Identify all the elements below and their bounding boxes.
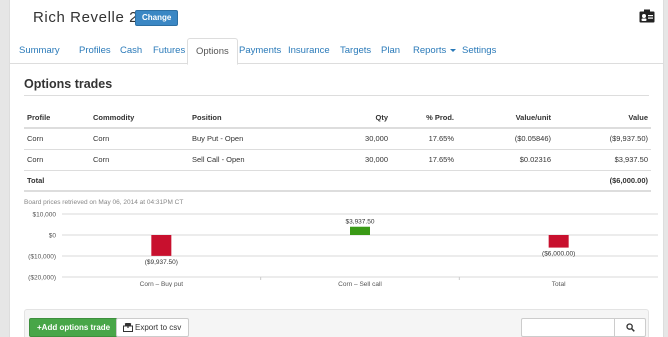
cell-value: ($9,937.50) xyxy=(554,128,651,150)
cell-profile: Corn xyxy=(24,128,90,150)
tab-summary[interactable]: Summary xyxy=(19,38,60,64)
data-label: ($6,000.00) xyxy=(542,251,575,258)
table-total-row: Total ($6,000.00) xyxy=(24,170,651,192)
footer-toolbar: +Add options trade Export to csv xyxy=(24,309,649,337)
bar xyxy=(548,235,569,248)
data-label: ($9,937.50) xyxy=(145,259,178,266)
search-icon xyxy=(625,323,635,332)
cell-pct-prod: 17.65% xyxy=(391,149,457,171)
search-input[interactable] xyxy=(521,318,615,337)
tab-options[interactable]: Options xyxy=(187,38,238,65)
cell-position: Sell Call - Open xyxy=(189,149,296,171)
export-icon xyxy=(123,322,133,332)
options-value-chart: $10,000 $0 ($10,000) ($20,000) ($9,937.50) Co… xyxy=(28,212,658,287)
tab-reports[interactable]: Reports xyxy=(413,38,457,64)
cell-value-unit: $0.02316 xyxy=(457,149,554,171)
cell-qty: 30,000 xyxy=(296,128,391,150)
x-tick-label: Corn – Sell call xyxy=(338,281,382,287)
col-header-pct-prod[interactable]: % Prod. xyxy=(391,107,457,129)
col-header-position[interactable]: Position xyxy=(189,107,296,129)
tab-plan[interactable]: Plan xyxy=(381,38,400,64)
col-header-value[interactable]: Value xyxy=(554,107,651,129)
tab-payments[interactable]: Payments xyxy=(239,38,281,64)
y-tick-label: $0 xyxy=(49,233,57,240)
nav-tabs: Summary Profiles Cash Futures Options Pa… xyxy=(10,38,663,65)
total-label: Total xyxy=(24,170,90,192)
bar xyxy=(151,235,172,256)
tab-targets[interactable]: Targets xyxy=(340,38,371,64)
change-button[interactable]: Change xyxy=(135,10,179,26)
top-bar: Rich Revelle 2016 Change xyxy=(10,0,663,33)
cell-qty: 30,000 xyxy=(296,149,391,171)
col-header-value-unit[interactable]: Value/unit xyxy=(457,107,554,129)
cell-commodity: Corn xyxy=(90,149,189,171)
x-tick-label: Total xyxy=(552,281,566,287)
cell-value-unit: ($0.05846) xyxy=(457,128,554,150)
contact-card-icon[interactable] xyxy=(639,9,655,23)
add-options-trade-button[interactable]: +Add options trade xyxy=(29,318,119,337)
col-header-profile[interactable]: Profile xyxy=(24,107,90,129)
cell-value: $3,937.50 xyxy=(554,149,651,171)
tab-profiles[interactable]: Profiles xyxy=(79,38,111,64)
bar xyxy=(350,226,370,235)
caret-down-icon xyxy=(450,48,457,52)
export-label: Export to csv xyxy=(135,323,182,332)
cell-profile: Corn xyxy=(24,149,90,171)
table-row[interactable]: Corn Corn Buy Put - Open 30,000 17.65% (… xyxy=(24,128,651,150)
col-header-qty[interactable]: Qty xyxy=(296,107,391,129)
tab-cash[interactable]: Cash xyxy=(120,38,142,64)
export-csv-button[interactable]: Export to csv xyxy=(116,318,190,337)
page-title: Options trades xyxy=(24,77,113,91)
x-tick-label: Corn – Buy put xyxy=(140,281,184,287)
table-row[interactable]: Corn Corn Sell Call - Open 30,000 17.65%… xyxy=(24,149,651,171)
table-header-row: Profile Commodity Position Qty % Prod. V… xyxy=(24,107,651,129)
total-value: ($6,000.00) xyxy=(554,170,651,192)
app-window: Rich Revelle 2016 Change Summary Profile… xyxy=(9,0,664,337)
cell-pct-prod: 17.65% xyxy=(391,128,457,150)
tab-settings[interactable]: Settings xyxy=(462,38,496,64)
y-tick-label: ($10,000) xyxy=(28,254,56,261)
data-label: $3,937.50 xyxy=(346,219,375,226)
title-divider xyxy=(24,95,649,96)
y-tick-label: $10,000 xyxy=(33,212,57,219)
col-header-commodity[interactable]: Commodity xyxy=(90,107,189,129)
tab-futures[interactable]: Futures xyxy=(153,38,185,64)
tab-reports-label: Reports xyxy=(413,45,447,56)
options-trades-table: Profile Commodity Position Qty % Prod. V… xyxy=(24,107,651,192)
cell-commodity: Corn xyxy=(90,128,189,150)
tab-insurance[interactable]: Insurance xyxy=(288,38,330,64)
y-tick-label: ($20,000) xyxy=(28,275,56,282)
cell-position: Buy Put - Open xyxy=(189,128,296,150)
search-button[interactable] xyxy=(615,318,646,337)
